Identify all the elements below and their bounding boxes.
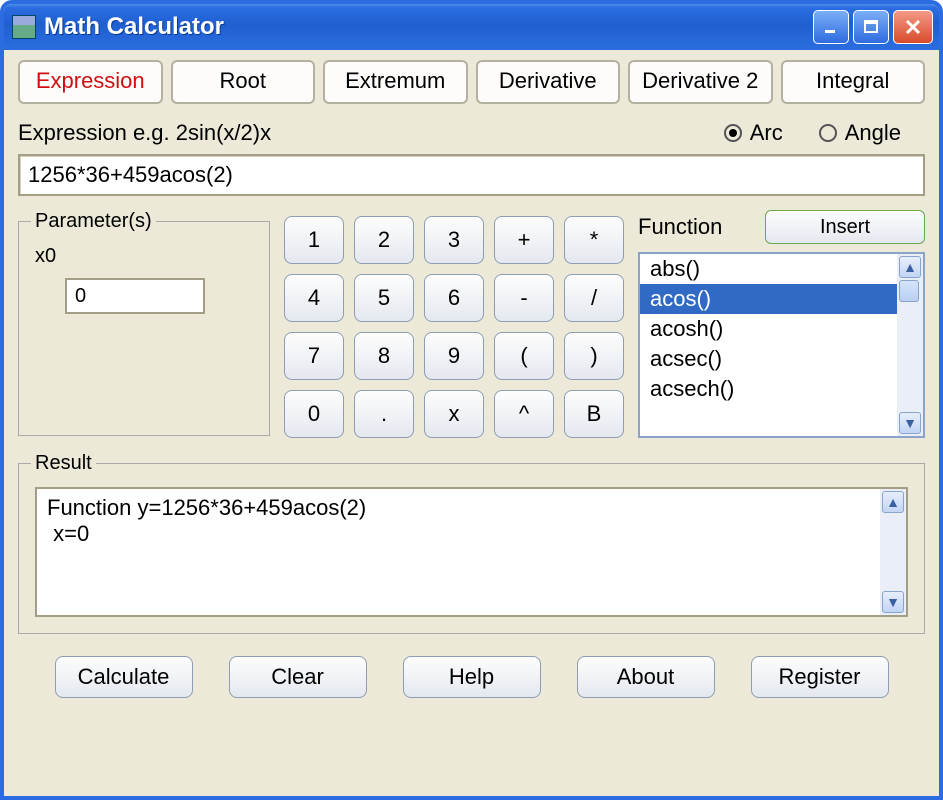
maximize-button[interactable]	[853, 10, 889, 44]
key-5[interactable]: 5	[354, 274, 414, 322]
listbox-scrollbar[interactable]: ▲ ▼	[897, 254, 923, 436]
key-2[interactable]: 2	[354, 216, 414, 264]
tab-root[interactable]: Root	[171, 60, 316, 104]
expression-input[interactable]	[18, 154, 925, 196]
tab-label: Integral	[816, 68, 889, 93]
scroll-up-icon[interactable]: ▲	[899, 256, 921, 278]
key-4[interactable]: 4	[284, 274, 344, 322]
scroll-thumb[interactable]	[899, 280, 919, 302]
list-item[interactable]: acosh()	[640, 314, 897, 344]
window-title: Math Calculator	[44, 13, 813, 41]
function-column: Function Insert abs() acos() acosh() acs…	[638, 210, 925, 438]
key-plus[interactable]: +	[494, 216, 554, 264]
result-text: Function y=1256*36+459acos(2) x=0	[37, 489, 880, 615]
maximize-icon	[863, 19, 879, 35]
key-decimal[interactable]: .	[354, 390, 414, 438]
key-1[interactable]: 1	[284, 216, 344, 264]
radio-arc[interactable]: Arc	[724, 120, 783, 146]
function-label: Function	[638, 214, 747, 240]
client-area: Expression Root Extremum Derivative Deri…	[4, 50, 939, 796]
insert-button[interactable]: Insert	[765, 210, 925, 244]
list-item[interactable]: abs()	[640, 254, 897, 284]
radio-dot-off-icon	[819, 124, 837, 142]
key-lparen[interactable]: (	[494, 332, 554, 380]
tab-label: Extremum	[345, 68, 445, 93]
key-divide[interactable]: /	[564, 274, 624, 322]
key-minus[interactable]: -	[494, 274, 554, 322]
tab-derivative2[interactable]: Derivative 2	[628, 60, 773, 104]
key-backspace[interactable]: B	[564, 390, 624, 438]
close-button[interactable]	[893, 10, 933, 44]
minimize-icon	[823, 19, 839, 35]
app-window: Math Calculator Expression Root Extremum…	[0, 0, 943, 800]
key-8[interactable]: 8	[354, 332, 414, 380]
list-item[interactable]: acsec()	[640, 344, 897, 374]
tab-bar: Expression Root Extremum Derivative Deri…	[18, 60, 925, 104]
clear-button[interactable]: Clear	[229, 656, 367, 698]
minimize-button[interactable]	[813, 10, 849, 44]
register-button[interactable]: Register	[751, 656, 889, 698]
tab-label: Root	[220, 68, 266, 93]
parameter-name-label: x0	[35, 245, 253, 268]
calculate-button[interactable]: Calculate	[55, 656, 193, 698]
key-9[interactable]: 9	[424, 332, 484, 380]
app-icon	[12, 15, 36, 39]
key-6[interactable]: 6	[424, 274, 484, 322]
about-button[interactable]: About	[577, 656, 715, 698]
list-item[interactable]: acos()	[640, 284, 897, 314]
key-0[interactable]: 0	[284, 390, 344, 438]
parameter-value-input[interactable]	[65, 278, 205, 314]
result-panel: Result Function y=1256*36+459acos(2) x=0…	[18, 452, 925, 634]
list-item[interactable]: acsech()	[640, 374, 897, 404]
function-listbox[interactable]: abs() acos() acosh() acsec() acsech() ▲ …	[638, 252, 925, 438]
result-box: Function y=1256*36+459acos(2) x=0 ▲ ▼	[35, 487, 908, 617]
radio-dot-on-icon	[724, 124, 742, 142]
angle-mode-group: Arc Angle	[724, 120, 901, 146]
help-button[interactable]: Help	[403, 656, 541, 698]
radio-angle[interactable]: Angle	[819, 120, 901, 146]
keypad: 1 2 3 + * 4 5 6 - / 7 8 9 ( ) 0 . x ^ B	[284, 210, 624, 438]
close-icon	[904, 18, 922, 36]
scroll-up-icon[interactable]: ▲	[882, 491, 904, 513]
tab-label: Derivative	[499, 68, 597, 93]
tab-extremum[interactable]: Extremum	[323, 60, 468, 104]
radio-label: Arc	[750, 120, 783, 146]
tab-label: Derivative 2	[642, 68, 758, 93]
key-7[interactable]: 7	[284, 332, 344, 380]
key-power[interactable]: ^	[494, 390, 554, 438]
bottom-button-bar: Calculate Clear Help About Register	[18, 656, 925, 698]
titlebar: Math Calculator	[4, 4, 939, 50]
expression-hint-label: Expression e.g. 2sin(x/2)x	[18, 120, 724, 146]
key-rparen[interactable]: )	[564, 332, 624, 380]
parameters-legend: Parameter(s)	[31, 210, 156, 233]
radio-label: Angle	[845, 120, 901, 146]
parameters-panel: Parameter(s) x0	[18, 210, 270, 436]
scroll-down-icon[interactable]: ▼	[882, 591, 904, 613]
result-scrollbar[interactable]: ▲ ▼	[880, 489, 906, 615]
scroll-down-icon[interactable]: ▼	[899, 412, 921, 434]
tab-integral[interactable]: Integral	[781, 60, 926, 104]
tab-label: Expression	[36, 68, 145, 93]
result-legend: Result	[31, 452, 96, 475]
key-x[interactable]: x	[424, 390, 484, 438]
key-multiply[interactable]: *	[564, 216, 624, 264]
key-3[interactable]: 3	[424, 216, 484, 264]
tab-derivative[interactable]: Derivative	[476, 60, 621, 104]
tab-expression[interactable]: Expression	[18, 60, 163, 104]
